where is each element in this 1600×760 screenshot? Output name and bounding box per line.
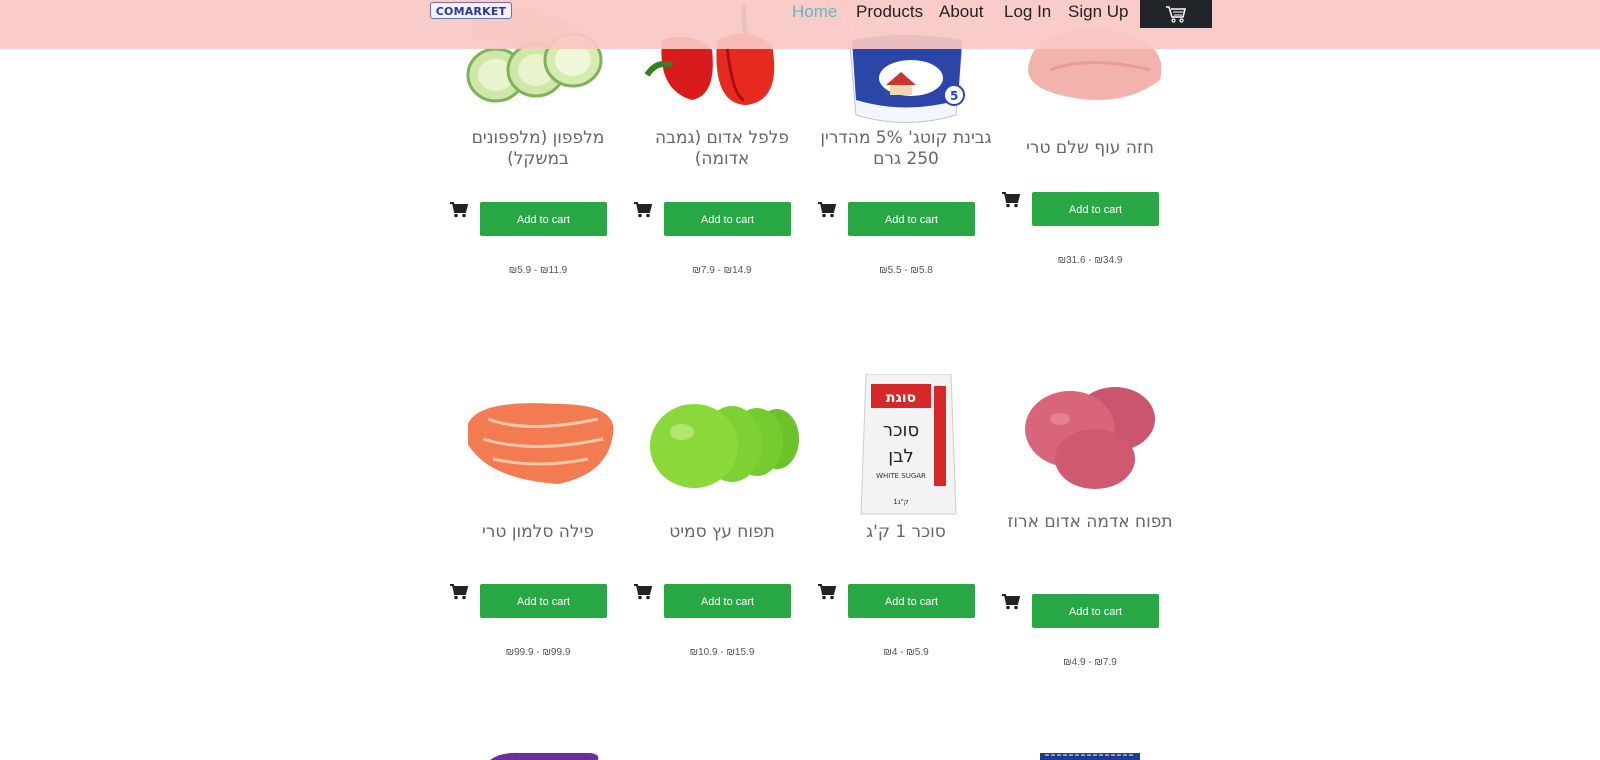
- cart-icon[interactable]: [450, 202, 468, 218]
- cart-icon[interactable]: [818, 202, 836, 218]
- nav-link-signup[interactable]: Sign Up: [1068, 2, 1128, 22]
- sugar-brand-label: סוגת: [886, 390, 916, 406]
- product-price: ₪99.9 - ₪99.9: [505, 647, 571, 658]
- product-name[interactable]: פלפל אדום (גמבה אדומה): [632, 128, 812, 170]
- navbar: COMARKET Home Products About Log In Sign…: [0, 0, 1600, 49]
- sugar-package-line1: סוכר: [883, 420, 919, 441]
- sugar-bag-image: סוגת סוכר לבן WHITE SUGAR 1ק"ג: [860, 374, 957, 515]
- nav-link-home[interactable]: Home: [792, 2, 837, 22]
- product-name[interactable]: גבינת קוטג' 5% מהדרין 250 גרם: [816, 128, 996, 170]
- cart-icon[interactable]: [450, 584, 468, 600]
- product-price: ₪4 - ₪5.9: [883, 647, 929, 658]
- cart-icon[interactable]: [634, 202, 652, 218]
- product-grid: מלפפון (מלפפונים במשקל) Add to cart ₪5.9…: [0, 0, 1600, 760]
- product-price: ₪4.9 - ₪7.9: [1063, 657, 1117, 668]
- shopping-cart-icon: [1166, 6, 1187, 23]
- product-price: ₪5.9 - ₪11.9: [508, 265, 568, 276]
- partial-product-image: [1040, 753, 1140, 760]
- cart-icon[interactable]: [634, 584, 652, 600]
- product-card: פילה סלמון טרי Add to cart ₪99.9 - ₪99.9: [448, 374, 628, 694]
- cart-icon[interactable]: [818, 584, 836, 600]
- green-apples-image: [650, 404, 799, 488]
- nav-link-login[interactable]: Log In: [1004, 2, 1051, 22]
- sugar-package-line2: לבן: [888, 446, 914, 467]
- product-name[interactable]: פילה סלמון טרי: [448, 522, 628, 543]
- nav-link-about[interactable]: About: [939, 2, 983, 22]
- cart-icon[interactable]: [1002, 594, 1020, 610]
- product-name[interactable]: חזה עוף שלם טרי: [1000, 138, 1180, 159]
- red-potatoes-image: [1025, 387, 1155, 489]
- product-price: ₪7.9 - ₪14.9: [692, 265, 752, 276]
- add-to-cart-button[interactable]: Add to cart: [664, 584, 791, 618]
- product-name[interactable]: סוכר 1 ק'ג: [816, 522, 996, 543]
- add-to-cart-button[interactable]: Add to cart: [1032, 594, 1159, 628]
- partial-product-image: [490, 752, 599, 760]
- product-name[interactable]: מלפפון (מלפפונים במשקל): [448, 128, 628, 170]
- product-name[interactable]: תפוח אדמה אדום ארוז: [1000, 512, 1180, 533]
- svg-text:5: 5: [950, 89, 958, 103]
- product-price: ₪31.6 - ₪34.9: [1057, 255, 1123, 266]
- cart-icon[interactable]: [1002, 192, 1020, 208]
- salmon-fillet-image: [468, 403, 614, 484]
- brand-logo[interactable]: COMARKET: [430, 2, 512, 19]
- product-card: תפוח עץ סמיט Add to cart ₪10.9 - ₪15.9: [632, 374, 812, 694]
- add-to-cart-button[interactable]: Add to cart: [480, 202, 607, 236]
- product-name[interactable]: תפוח עץ סמיט: [632, 522, 812, 543]
- add-to-cart-button[interactable]: Add to cart: [664, 202, 791, 236]
- cart-button[interactable]: [1140, 0, 1212, 28]
- product-price: ₪10.9 - ₪15.9: [689, 647, 755, 658]
- product-card: סוגת סוכר לבן WHITE SUGAR 1ק"ג סוכר 1 ק'…: [816, 374, 996, 694]
- sugar-package-weight: 1ק"ג: [893, 498, 909, 506]
- product-price: ₪5.5 - ₪5.8: [879, 265, 933, 276]
- nav-link-products[interactable]: Products: [856, 2, 923, 22]
- add-to-cart-button[interactable]: Add to cart: [848, 584, 975, 618]
- add-to-cart-button[interactable]: Add to cart: [480, 584, 607, 618]
- add-to-cart-button[interactable]: Add to cart: [848, 202, 975, 236]
- sugar-package-english: WHITE SUGAR: [876, 472, 926, 480]
- add-to-cart-button[interactable]: Add to cart: [1032, 192, 1159, 226]
- product-card: תפוח אדמה אדום ארוז Add to cart ₪4.9 - ₪…: [1000, 374, 1180, 694]
